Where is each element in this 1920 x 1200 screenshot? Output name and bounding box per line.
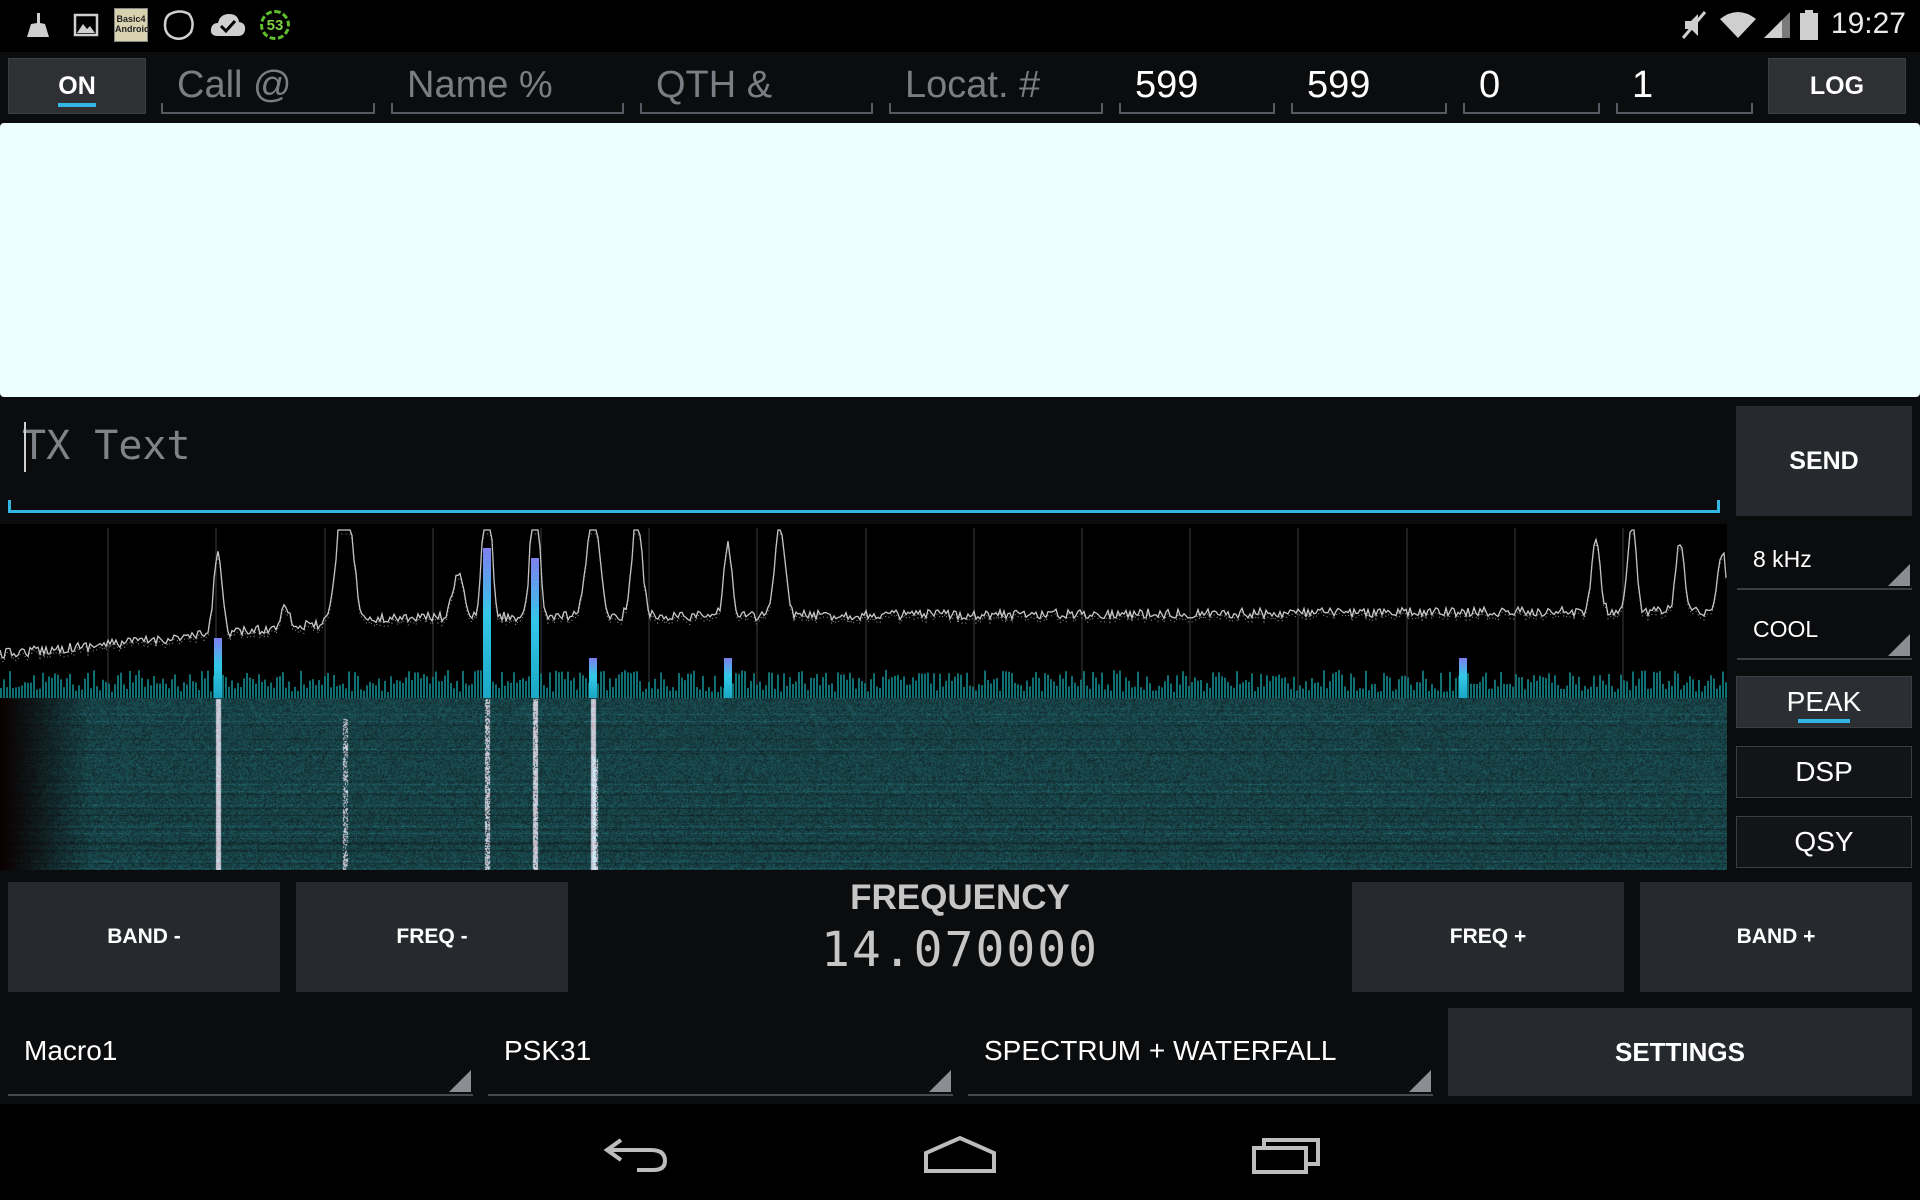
counter-badge-icon: 53 (256, 6, 294, 44)
rx-text-area[interactable] (0, 123, 1920, 397)
frequency-display: 14.070000 (820, 922, 1100, 978)
frequency-title: FREQUENCY (850, 878, 1070, 917)
span-value: 8 kHz (1753, 545, 1812, 572)
palette-spinner[interactable]: COOL (1737, 600, 1912, 660)
log-button[interactable]: LOG (1768, 58, 1906, 114)
on-indicator (58, 103, 96, 107)
mode-value: PSK31 (504, 1035, 592, 1066)
image-icon (68, 6, 104, 44)
spectrum-display[interactable] (0, 524, 1727, 698)
waterfall-display[interactable] (0, 698, 1727, 870)
span-spinner[interactable]: 8 kHz (1737, 530, 1912, 590)
home-icon[interactable] (914, 1126, 1006, 1182)
settings-button[interactable]: SETTINGS (1448, 1008, 1912, 1096)
macro-spinner[interactable]: Macro1 (8, 1008, 473, 1096)
freq-plus-label: FREQ + (1449, 925, 1527, 948)
tx-field[interactable] (8, 408, 1720, 513)
basic4android-icon: Basic4 Android (112, 6, 150, 44)
band-plus-button[interactable]: BAND + (1640, 882, 1912, 992)
on-toggle-button[interactable]: ON (8, 58, 146, 114)
blob-icon (160, 6, 198, 44)
tx-text-input[interactable] (22, 416, 1702, 476)
locator-input[interactable]: Locat. # (889, 58, 1103, 114)
mode-spinner[interactable]: PSK31 (488, 1008, 953, 1096)
wifi-icon (1718, 6, 1758, 44)
macro-value: Macro1 (24, 1035, 118, 1066)
name-input[interactable]: Name % (391, 58, 624, 114)
peak-indicator (1798, 719, 1850, 723)
peak-toggle[interactable]: PEAK (1736, 676, 1912, 728)
qth-input[interactable]: QTH & (640, 58, 873, 114)
qsy-label: QSY (1794, 826, 1854, 857)
field-one-input[interactable]: 1 (1616, 58, 1753, 114)
dsp-label: DSP (1795, 756, 1853, 787)
send-button[interactable]: SEND (1736, 406, 1912, 516)
dropdown-corner-icon (449, 1070, 471, 1092)
cloud-check-icon (208, 6, 248, 44)
clock: 19:27 (1830, 7, 1906, 40)
rst-received-input[interactable]: 599 (1291, 58, 1447, 114)
band-minus-label: BAND - (107, 925, 181, 948)
dropdown-corner-icon (1409, 1070, 1431, 1092)
freq-minus-button[interactable]: FREQ - (296, 882, 568, 992)
signal-icon (1760, 6, 1794, 44)
peak-label: PEAK (1786, 686, 1862, 717)
dropdown-corner-icon (1888, 634, 1910, 656)
view-value: SPECTRUM + WATERFALL (984, 1035, 1337, 1066)
dropdown-corner-icon (929, 1070, 951, 1092)
battery-icon (1796, 6, 1822, 44)
mute-icon (1676, 6, 1712, 44)
on-label: ON (58, 71, 96, 100)
text-caret (24, 422, 26, 472)
back-icon[interactable] (590, 1126, 682, 1182)
band-plus-label: BAND + (1736, 925, 1816, 948)
field-zero-input[interactable]: 0 (1463, 58, 1600, 114)
call-input[interactable]: Call @ (161, 58, 375, 114)
cleaner-icon (20, 6, 56, 44)
qsy-toggle[interactable]: QSY (1736, 816, 1912, 868)
log-label: LOG (1809, 71, 1865, 100)
band-minus-button[interactable]: BAND - (8, 882, 280, 992)
settings-label: SETTINGS (1614, 1036, 1745, 1067)
freq-minus-label: FREQ - (396, 925, 468, 948)
rst-sent-input[interactable]: 599 (1119, 58, 1275, 114)
freq-plus-button[interactable]: FREQ + (1352, 882, 1624, 992)
dsp-toggle[interactable]: DSP (1736, 746, 1912, 798)
send-label: SEND (1789, 446, 1859, 475)
palette-value: COOL (1753, 615, 1819, 642)
dropdown-corner-icon (1888, 564, 1910, 586)
status-bar: Basic4 Android 53 19:27 (0, 0, 1920, 52)
view-spinner[interactable]: SPECTRUM + WATERFALL (968, 1008, 1433, 1096)
recents-icon[interactable] (1240, 1126, 1332, 1182)
